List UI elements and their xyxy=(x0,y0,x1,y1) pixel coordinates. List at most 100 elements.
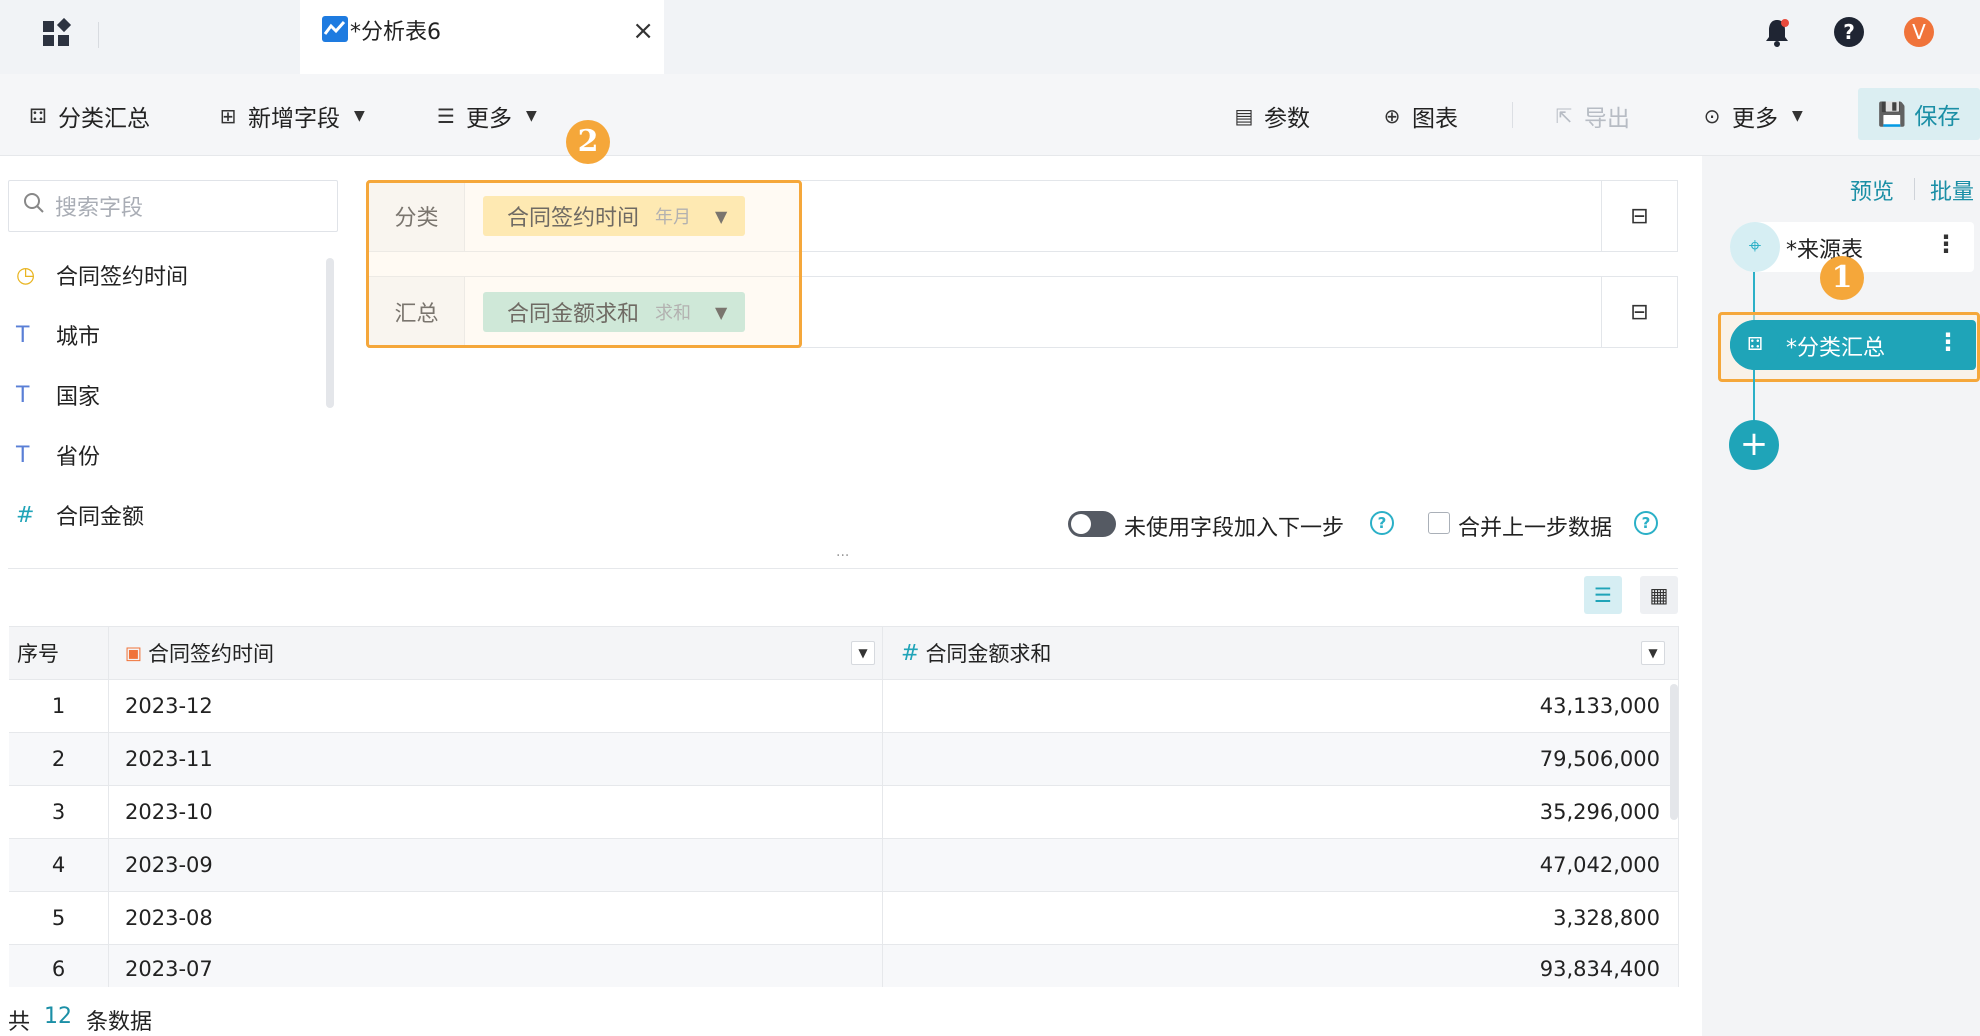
save-icon: 💾 xyxy=(1877,101,1907,128)
grid-view-icon[interactable]: ▦ xyxy=(1640,576,1678,614)
caret-down-icon: ▼ xyxy=(354,108,365,124)
chart-button[interactable]: ⊕ 图表 xyxy=(1380,99,1458,133)
cell-date: 2023-07 xyxy=(109,945,883,987)
table-scrollbar[interactable] xyxy=(1670,684,1678,820)
more-right-label: 更多 xyxy=(1732,106,1778,132)
app-menu-icon[interactable] xyxy=(42,17,72,48)
cell-date: 2023-09 xyxy=(109,839,883,891)
table-header: 序号 ▣ 合同签约时间 ▼ # 合同金额求和 ▼ xyxy=(9,626,1679,680)
table-row[interactable]: 5 2023-08 3,328,800 xyxy=(9,892,1679,945)
column-menu-icon[interactable]: ▼ xyxy=(851,641,875,665)
batch-link[interactable]: 批量 xyxy=(1930,174,1974,206)
more-left-button[interactable]: ☰ 更多 ▼ xyxy=(434,99,537,133)
cell-date: 2023-11 xyxy=(109,733,883,785)
number-type-icon: # xyxy=(901,640,920,666)
more-right-button[interactable]: ⊙ 更多 ▼ xyxy=(1700,99,1803,133)
table-row[interactable]: 3 2023-10 35,296,000 xyxy=(9,786,1679,839)
step-node-group-summary[interactable]: ⚃ *分类汇总 ⋮ xyxy=(1730,320,1976,370)
header-index: 序号 xyxy=(9,627,109,679)
add-step-button[interactable]: + xyxy=(1729,420,1779,470)
footer-count: 12 xyxy=(44,1004,73,1029)
cell-index: 4 xyxy=(9,839,109,891)
list-icon: ☰ xyxy=(437,104,455,128)
step-label: *分类汇总 xyxy=(1786,336,1886,361)
text-type-icon: T xyxy=(16,442,30,468)
hierarchy-icon: ⚃ xyxy=(29,104,47,128)
field-item-country[interactable]: T 国家 xyxy=(8,375,100,415)
merge-prev-checkbox[interactable] xyxy=(1428,512,1450,534)
table-row[interactable]: 2 2023-11 79,506,000 xyxy=(9,733,1679,786)
tab-analysis-sheet[interactable]: *分析表6 × xyxy=(300,0,664,74)
bell-icon[interactable] xyxy=(1762,16,1792,48)
export-icon: ⇱ xyxy=(1555,104,1573,128)
field-item-province[interactable]: T 省份 xyxy=(8,435,100,475)
resize-handle[interactable]: ... xyxy=(836,544,849,560)
plus-circle-icon: ⊕ xyxy=(1383,104,1401,128)
help-circle-icon[interactable]: ? xyxy=(1370,511,1394,535)
cell-date: 2023-08 xyxy=(109,892,883,944)
help-icon[interactable]: ? xyxy=(1834,17,1864,47)
unused-fields-label: 未使用字段加入下一步 xyxy=(1124,516,1345,541)
cell-amount: 79,506,000 xyxy=(883,733,1679,785)
new-field-button[interactable]: ⊞ 新增字段 ▼ xyxy=(216,99,365,133)
topbar-divider xyxy=(98,22,99,48)
kebab-menu-icon[interactable]: ⋮ xyxy=(1936,328,1960,356)
field-item-city[interactable]: T 城市 xyxy=(8,315,100,355)
number-type-icon: # xyxy=(16,502,35,528)
header-label: 合同金额求和 xyxy=(925,642,1052,666)
preview-link[interactable]: 预览 xyxy=(1850,174,1894,206)
cell-amount: 3,328,800 xyxy=(883,892,1679,944)
header-amount-sum[interactable]: # 合同金额求和 ▼ xyxy=(883,627,1679,679)
cell-date: 2023-12 xyxy=(109,680,883,732)
toolbar: ⚃ 分类汇总 ⊞ 新增字段 ▼ ☰ 更多 ▼ ▤ 参数 ⊕ 图表 ⇱ 导出 ⊙ … xyxy=(0,74,1980,156)
text-type-icon: T xyxy=(16,382,30,408)
cell-index: 3 xyxy=(9,786,109,838)
summary-row-clear-icon[interactable]: ⊟ xyxy=(1601,277,1677,347)
panel-divider xyxy=(8,568,1678,569)
footer-prefix: 共 xyxy=(8,1010,31,1035)
header-contract-date[interactable]: ▣ 合同签约时间 ▼ xyxy=(109,627,883,679)
chart-label: 图表 xyxy=(1412,106,1458,132)
new-field-label: 新增字段 xyxy=(248,106,340,132)
table-view-icon[interactable]: ☰ xyxy=(1584,576,1622,614)
close-tab-icon[interactable]: × xyxy=(632,16,654,46)
avatar[interactable]: V xyxy=(1904,17,1934,47)
params-icon: ▤ xyxy=(1234,104,1254,128)
cell-amount: 47,042,000 xyxy=(883,839,1679,891)
search-field-input[interactable]: 搜索字段 xyxy=(8,180,338,232)
table-row[interactable]: 6 2023-07 93,834,400 xyxy=(9,945,1679,987)
group-row-clear-icon[interactable]: ⊟ xyxy=(1601,181,1677,251)
field-list-scrollbar[interactable] xyxy=(326,258,334,408)
field-item-contract-date[interactable]: ◷ 合同签约时间 xyxy=(8,255,188,295)
merge-prev-label: 合并上一步数据 xyxy=(1458,516,1613,541)
column-menu-icon[interactable]: ▼ xyxy=(1641,641,1665,665)
table-row[interactable]: 4 2023-09 47,042,000 xyxy=(9,839,1679,892)
group-summary-button[interactable]: ⚃ 分类汇总 xyxy=(26,99,150,133)
save-label: 保存 xyxy=(1914,104,1961,130)
hierarchy-icon: ⚃ xyxy=(1730,320,1780,370)
help-circle-icon[interactable]: ? xyxy=(1634,511,1658,535)
export-button[interactable]: ⇱ 导出 xyxy=(1552,99,1630,133)
crosshair-icon: ⌖ xyxy=(1730,222,1780,272)
field-item-contract-amount[interactable]: # 合同金额 xyxy=(8,495,144,535)
more-left-label: 更多 xyxy=(466,106,512,132)
top-bar: *分析表6 × ? V xyxy=(0,0,1980,74)
unused-fields-toggle[interactable] xyxy=(1068,511,1116,537)
config-highlight-box xyxy=(366,180,802,348)
cell-amount: 43,133,000 xyxy=(883,680,1679,732)
cell-index: 6 xyxy=(9,945,109,987)
cell-index: 2 xyxy=(9,733,109,785)
add-column-icon: ⊞ xyxy=(219,104,237,128)
params-label: 参数 xyxy=(1264,106,1310,132)
field-label: 合同金额 xyxy=(56,505,145,530)
search-placeholder: 搜索字段 xyxy=(55,196,144,221)
save-button[interactable]: 💾 保存 xyxy=(1858,88,1980,140)
ellipsis-circle-icon: ⊙ xyxy=(1703,104,1721,128)
params-button[interactable]: ▤ 参数 xyxy=(1232,99,1310,133)
kebab-menu-icon[interactable]: ⋮ xyxy=(1934,230,1958,258)
table-row[interactable]: 1 2023-12 43,133,000 xyxy=(9,680,1679,733)
cell-amount: 93,834,400 xyxy=(883,945,1679,987)
date-type-icon: ▣ xyxy=(125,642,143,664)
caret-down-icon: ▼ xyxy=(1792,108,1803,124)
link-divider xyxy=(1914,178,1915,200)
